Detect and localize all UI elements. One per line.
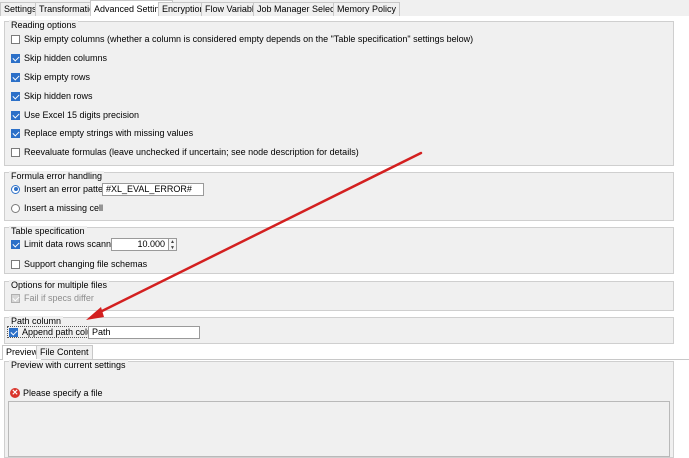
annotation-arrow-icon <box>86 151 423 320</box>
